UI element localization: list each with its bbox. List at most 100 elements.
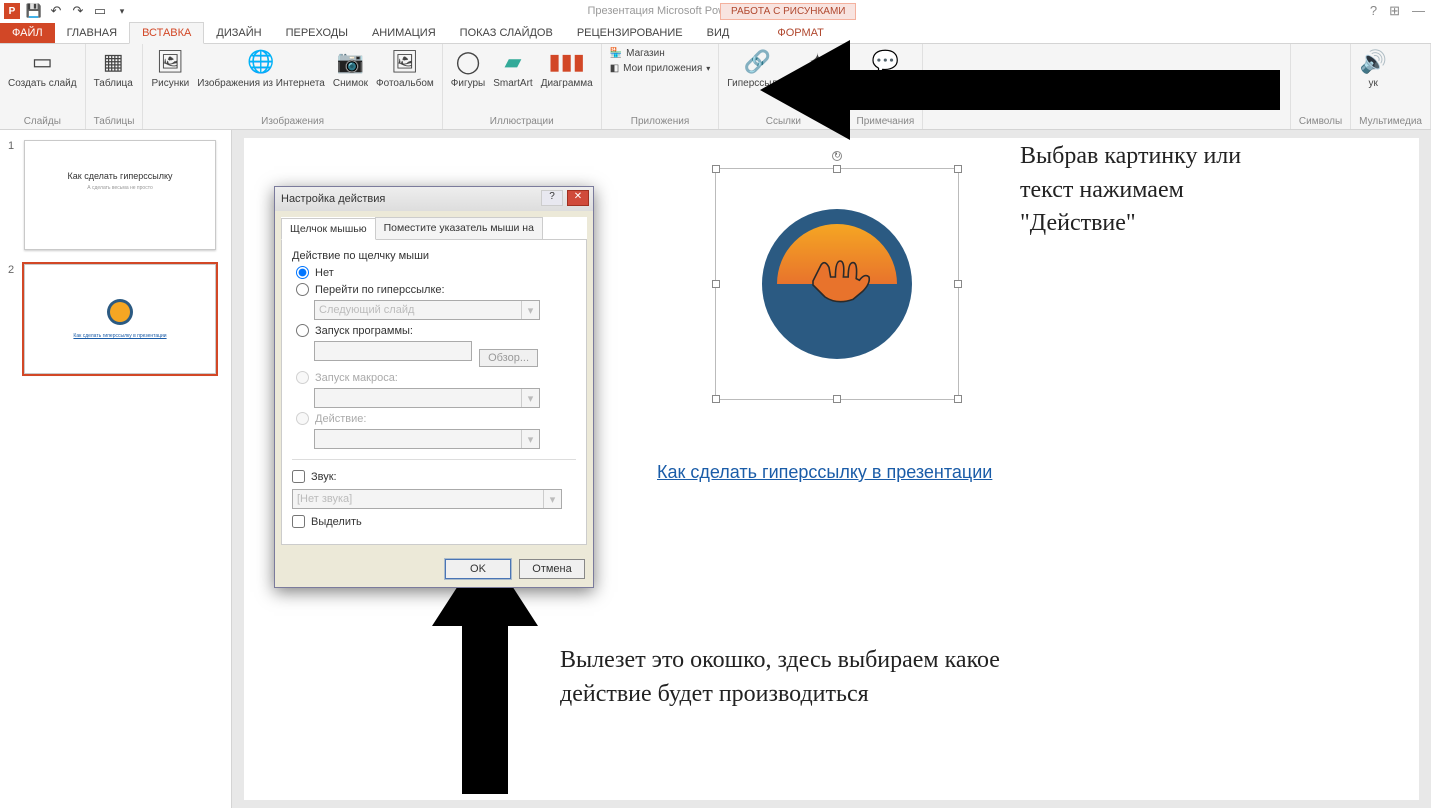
tab-slideshow[interactable]: ПОКАЗ СЛАЙДОВ xyxy=(448,23,565,43)
resize-handle[interactable] xyxy=(954,280,962,288)
resize-handle[interactable] xyxy=(712,395,720,403)
mini-logo-icon xyxy=(107,299,133,325)
chevron-down-icon: ▾ xyxy=(521,389,539,407)
selected-image-frame[interactable] xyxy=(715,168,959,400)
dialog-close-button[interactable]: ✕ xyxy=(567,190,589,206)
group-images-label: Изображения xyxy=(151,114,433,127)
rotate-handle[interactable] xyxy=(832,151,842,161)
checkbox-sound[interactable] xyxy=(292,470,305,483)
group-slides-label: Слайды xyxy=(8,114,77,127)
resize-handle[interactable] xyxy=(712,165,720,173)
smartart-button[interactable]: ▰SmartArt xyxy=(493,48,532,90)
resize-handle[interactable] xyxy=(954,395,962,403)
chevron-down-icon[interactable]: ▾ xyxy=(521,301,539,319)
new-slide-icon: ▭ xyxy=(28,48,56,76)
chevron-down-icon[interactable]: ▾ xyxy=(543,490,561,508)
tab-view[interactable]: ВИД xyxy=(695,23,742,43)
radio-program-label[interactable]: Запуск программы: xyxy=(315,325,413,337)
quick-access-toolbar: P 💾 ↶ ↷ ▭ ▾ xyxy=(0,3,130,19)
action-settings-dialog: Настройка действия ? ✕ Щелчок мышью Поме… xyxy=(274,186,594,588)
resize-handle[interactable] xyxy=(833,165,841,173)
radio-none[interactable] xyxy=(296,266,309,279)
photo-album-icon: 🖼 xyxy=(391,48,419,76)
browse-button[interactable]: Обзор... xyxy=(479,349,538,367)
photo-album-button[interactable]: 🖼Фотоальбом xyxy=(376,48,434,90)
slide-thumbnail-1[interactable]: 1 Как сделать гиперссылку А сделать весь… xyxy=(8,140,223,250)
smartart-icon: ▰ xyxy=(499,48,527,76)
chart-button[interactable]: ▮▮▮Диаграмма xyxy=(541,48,593,90)
dialog-help-button[interactable]: ? xyxy=(541,190,563,206)
resize-handle[interactable] xyxy=(712,280,720,288)
group-illustrations-label: Иллюстрации xyxy=(451,114,593,127)
action-dropdown: ▾ xyxy=(314,429,540,449)
radio-hyperlink[interactable] xyxy=(296,283,309,296)
hand-shaka-icon xyxy=(797,237,877,317)
sound-dropdown[interactable]: [Нет звука]▾ xyxy=(292,489,562,509)
annotation-bottom-text: Вылезет это окошко, здесь выбираем какое… xyxy=(560,644,1040,711)
dialog-tab-click[interactable]: Щелчок мышью xyxy=(281,218,376,240)
tab-home[interactable]: ГЛАВНАЯ xyxy=(55,23,129,43)
tab-file[interactable]: ФАЙЛ xyxy=(0,23,55,43)
dialog-title: Настройка действия xyxy=(281,193,385,205)
hyperlink-dropdown[interactable]: Следующий слайд▾ xyxy=(314,300,540,320)
checkbox-highlight-label[interactable]: Выделить xyxy=(311,516,362,528)
tab-transitions[interactable]: ПЕРЕХОДЫ xyxy=(274,23,360,43)
slide-hyperlink-text[interactable]: Как сделать гиперссылку в презентации xyxy=(657,462,992,483)
resize-handle[interactable] xyxy=(954,165,962,173)
screenshot-button[interactable]: 📷Снимок xyxy=(333,48,368,90)
speaker-icon: 🔊 xyxy=(1359,48,1387,76)
radio-hyperlink-label[interactable]: Перейти по гиперссылке: xyxy=(315,284,445,296)
radio-run-macro xyxy=(296,371,309,384)
resize-handle[interactable] xyxy=(833,395,841,403)
radio-run-program[interactable] xyxy=(296,324,309,337)
chart-icon: ▮▮▮ xyxy=(553,48,581,76)
apps-icon: ◧ xyxy=(610,63,619,74)
qat-more-icon[interactable]: ▾ xyxy=(114,3,130,19)
online-pictures-button[interactable]: 🌐Изображения из Интернета xyxy=(197,48,325,90)
my-apps-button[interactable]: ◧Мои приложения▾ xyxy=(610,63,711,74)
radio-action-label: Действие: xyxy=(315,413,366,425)
macro-dropdown: ▾ xyxy=(314,388,540,408)
tab-design[interactable]: ДИЗАЙН xyxy=(204,23,273,43)
save-icon[interactable]: 💾 xyxy=(26,3,42,19)
cancel-button[interactable]: Отмена xyxy=(519,559,585,579)
checkbox-sound-label[interactable]: Звук: xyxy=(311,471,337,483)
pictures-icon: 🖼 xyxy=(156,48,184,76)
audio-button[interactable]: 🔊ук xyxy=(1359,48,1387,90)
radio-none-label[interactable]: Нет xyxy=(315,267,334,279)
slideshow-icon[interactable]: ▭ xyxy=(92,3,108,19)
pictures-button[interactable]: 🖼Рисунки xyxy=(151,48,189,90)
slide-thumbnail-2[interactable]: 2 Как сделать гиперссылку в презентации xyxy=(8,264,223,374)
shapes-button[interactable]: ◯Фигуры xyxy=(451,48,485,90)
new-slide-button[interactable]: ▭Создать слайд xyxy=(8,48,77,90)
tab-insert[interactable]: ВСТАВКА xyxy=(129,22,204,44)
group-symbols-label: Символы xyxy=(1299,114,1342,127)
store-button[interactable]: 🏪Магазин xyxy=(610,48,711,59)
screenshot-icon: 📷 xyxy=(336,48,364,76)
chevron-down-icon: ▾ xyxy=(521,430,539,448)
redo-icon[interactable]: ↷ xyxy=(70,3,86,19)
minimize-icon[interactable]: — xyxy=(1412,3,1425,19)
thumbnail-pane[interactable]: 1 Как сделать гиперссылку А сделать весь… xyxy=(0,130,232,808)
group-media-label: Мультимедиа xyxy=(1359,114,1422,127)
ok-button[interactable]: OK xyxy=(445,559,511,579)
program-path-input[interactable] xyxy=(314,341,472,361)
online-pictures-icon: 🌐 xyxy=(247,48,275,76)
app-icon: P xyxy=(4,3,20,19)
ribbon-options-icon[interactable]: ⊞ xyxy=(1389,3,1400,19)
contextual-tab-label: РАБОТА С РИСУНКАМИ xyxy=(720,3,856,20)
table-icon: ▦ xyxy=(99,48,127,76)
annotation-arrow-left-icon xyxy=(760,30,1280,150)
dialog-title-bar[interactable]: Настройка действия ? ✕ xyxy=(275,187,593,211)
tab-animation[interactable]: АНИМАЦИЯ xyxy=(360,23,448,43)
table-button[interactable]: ▦Таблица xyxy=(94,48,133,90)
checkbox-highlight[interactable] xyxy=(292,515,305,528)
tab-review[interactable]: РЕЦЕНЗИРОВАНИЕ xyxy=(565,23,695,43)
slide-image[interactable] xyxy=(762,209,912,359)
dialog-tab-hover[interactable]: Поместите указатель мыши на xyxy=(375,217,543,239)
help-icon[interactable]: ? xyxy=(1370,3,1377,19)
shapes-icon: ◯ xyxy=(454,48,482,76)
annotation-top-text: Выбрав картинку или текст нажимаем "Дейс… xyxy=(1020,140,1290,241)
undo-icon[interactable]: ↶ xyxy=(48,3,64,19)
action-group-label: Действие по щелчку мыши xyxy=(292,250,576,262)
